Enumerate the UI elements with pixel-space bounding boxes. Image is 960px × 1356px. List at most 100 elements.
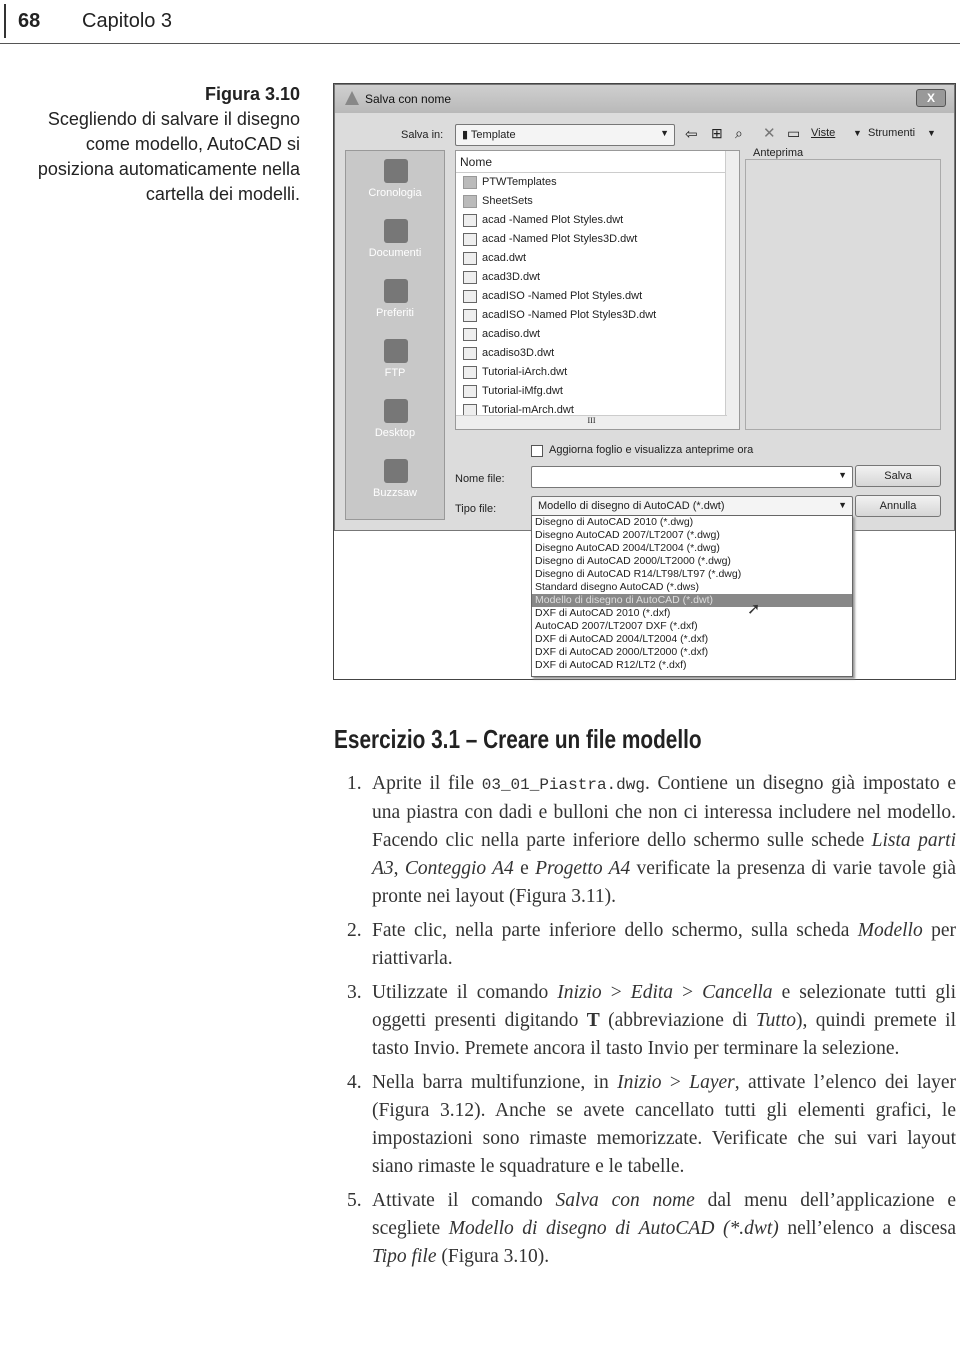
step-text: nell’elenco a discesa <box>778 1218 956 1239</box>
file-name: Tutorial-iArch.dwt <box>482 366 568 378</box>
step-text: > <box>661 1072 690 1093</box>
step-text: Aprite il file <box>372 773 482 794</box>
file-list-item[interactable]: SheetSets <box>456 192 739 211</box>
filename-label: Nome file: <box>455 473 505 485</box>
step-text: Fate clic, nella parte inferiore dello s… <box>372 920 858 941</box>
step-text: Utilizzate il comando <box>372 982 558 1003</box>
header-rule <box>4 4 6 38</box>
title-bar: Salva con nome X <box>335 85 954 113</box>
step-number: 2. <box>347 920 362 941</box>
step-text: 03_01_Piastra.dwg <box>481 776 645 794</box>
file-list-item[interactable]: acadISO -Named Plot Styles.dwt <box>456 287 739 306</box>
filetype-option[interactable]: Disegno di AutoCAD R14/LT98/LT97 (*.dwg) <box>532 568 852 581</box>
update-thumbnails-checkbox[interactable] <box>531 445 543 457</box>
file-list-item[interactable]: acadISO -Named Plot Styles3D.dwt <box>456 306 739 325</box>
filetype-select[interactable]: Modello di disegno di AutoCAD (*.dwt) ▼ <box>531 496 853 517</box>
page-header: 68 Capitolo 3 <box>0 0 960 44</box>
file-list-item[interactable]: acadiso3D.dwt <box>456 344 739 363</box>
delete-icon[interactable]: ✕ <box>763 124 776 142</box>
filetype-option[interactable]: Standard disegno AutoCAD (*.dws) <box>532 581 852 594</box>
search-web-icon[interactable]: ⌕ <box>735 125 743 142</box>
place-label: Cronologia <box>368 187 422 199</box>
filename-input[interactable]: ▼ <box>531 466 853 488</box>
file-name: Tutorial-iMfg.dwt <box>482 385 563 397</box>
folder-icon <box>463 195 477 208</box>
cancel-button[interactable]: Annulla <box>855 495 941 517</box>
horizontal-scrollbar[interactable]: III <box>456 415 727 429</box>
filetype-option[interactable]: DXF di AutoCAD R12/LT2 (*.dxf) <box>532 659 852 672</box>
step-text: Tipo file <box>372 1246 437 1267</box>
back-icon[interactable]: ⇦ <box>685 125 698 143</box>
folder-up-icon[interactable]: ⊞ <box>711 125 723 142</box>
dwt-file-icon <box>463 214 477 227</box>
filetype-value: Modello di disegno di AutoCAD (*.dwt) <box>538 500 725 512</box>
views-menu[interactable]: Viste <box>811 127 835 139</box>
file-list[interactable]: Nome PTWTemplates SheetSets acad -Named Pl… <box>455 150 740 430</box>
file-name: acad.dwt <box>482 252 527 264</box>
file-list-item[interactable]: PTWTemplates <box>456 173 739 192</box>
file-list-item[interactable]: acad3D.dwt <box>456 268 739 287</box>
file-list-item[interactable]: acadiso.dwt <box>456 325 739 344</box>
vertical-scrollbar[interactable] <box>725 151 739 429</box>
step-number: 3. <box>347 982 362 1003</box>
dwt-file-icon <box>463 366 477 379</box>
chevron-down-icon[interactable]: ▼ <box>853 128 862 138</box>
exercise-step: 4. Nella barra multifunzione, in Inizio >… <box>347 1069 956 1181</box>
step-text: Inizio <box>617 1072 662 1093</box>
filetype-option[interactable]: Disegno di AutoCAD 2010 (*.dwg) <box>532 516 852 529</box>
filetype-option[interactable]: DXF di AutoCAD 2010 (*.dxf) <box>532 607 852 620</box>
figure-label: Figura 3.10 <box>204 84 300 104</box>
file-list-item[interactable]: Tutorial-iMfg.dwt <box>456 382 739 401</box>
file-name: acad -Named Plot Styles.dwt <box>482 214 624 226</box>
place-label: Desktop <box>374 427 416 439</box>
place-desktop[interactable]: Desktop <box>346 391 444 451</box>
place-history[interactable]: Cronologia <box>346 151 444 211</box>
file-list-item[interactable]: acad -Named Plot Styles3D.dwt <box>456 230 739 249</box>
step-text: Conteggio A4 <box>404 858 514 879</box>
step-text: e <box>513 858 536 879</box>
filetype-dropdown-list[interactable]: Disegno di AutoCAD 2010 (*.dwg) Disegno A… <box>531 515 853 677</box>
file-list-item[interactable]: acad -Named Plot Styles.dwt <box>456 211 739 230</box>
ftp-icon <box>384 339 408 363</box>
mouse-pointer-icon: ➚ <box>747 601 761 618</box>
step-text: , <box>393 858 405 879</box>
column-header-name[interactable]: Nome <box>456 151 739 173</box>
step-text: Modello <box>857 920 923 941</box>
filetype-option[interactable]: AutoCAD 2007/LT2007 DXF (*.dxf) <box>532 620 852 633</box>
step-text: > <box>601 982 631 1003</box>
filetype-option[interactable]: Disegno AutoCAD 2007/LT2007 (*.dwg) <box>532 529 852 542</box>
save-in-combo[interactable]: ▮ Template ▼ <box>455 124 675 146</box>
exercise-step: 5. Attivate il comando Salva con nome dal… <box>347 1187 956 1271</box>
chevron-down-icon[interactable]: ▼ <box>927 128 936 138</box>
checkbox-label: Aggiorna foglio e visualizza anteprime o… <box>549 444 754 456</box>
place-favorites[interactable]: Preferiti <box>346 271 444 331</box>
exercise-step: 1. Aprite il file 03_01_Piastra.dwg. Cont… <box>347 770 956 911</box>
place-buzzsaw[interactable]: Buzzsaw <box>346 451 444 511</box>
tools-menu[interactable]: Strumenti <box>868 127 915 139</box>
dialog-title: Salva con nome <box>365 92 452 106</box>
filetype-option[interactable]: Disegno di AutoCAD 2000/LT2000 (*.dwg) <box>532 555 852 568</box>
file-list-item[interactable]: acad.dwt <box>456 249 739 268</box>
filetype-option[interactable]: Disegno AutoCAD 2004/LT2004 (*.dwg) <box>532 542 852 555</box>
filetype-option[interactable]: DXF di AutoCAD 2000/LT2000 (*.dxf) <box>532 646 852 659</box>
dwt-file-icon <box>463 290 477 303</box>
dwt-file-icon <box>463 252 477 265</box>
file-name: SheetSets <box>482 195 533 207</box>
new-folder-icon[interactable]: ▭ <box>787 125 800 142</box>
buzzsaw-icon <box>384 459 408 483</box>
save-in-value: Template <box>470 129 516 141</box>
chevron-down-icon: ▼ <box>838 470 847 480</box>
dwt-file-icon <box>463 309 477 322</box>
place-ftp[interactable]: FTP <box>346 331 444 391</box>
filetype-option[interactable]: DXF di AutoCAD 2004/LT2004 (*.dxf) <box>532 633 852 646</box>
close-button[interactable]: X <box>916 89 946 107</box>
save-button[interactable]: Salva <box>855 465 941 487</box>
step-text: Salva con nome <box>555 1190 695 1211</box>
step-text: > <box>673 982 703 1003</box>
dwt-file-icon <box>463 271 477 284</box>
file-list-item[interactable]: Tutorial-iArch.dwt <box>456 363 739 382</box>
step-text: Inizio <box>557 982 602 1003</box>
place-documents[interactable]: Documenti <box>346 211 444 271</box>
figure-caption: Figura 3.10 Scegliendo di salvare il dis… <box>10 82 300 207</box>
filetype-option[interactable]: Modello di disegno di AutoCAD (*.dwt) <box>532 594 852 607</box>
